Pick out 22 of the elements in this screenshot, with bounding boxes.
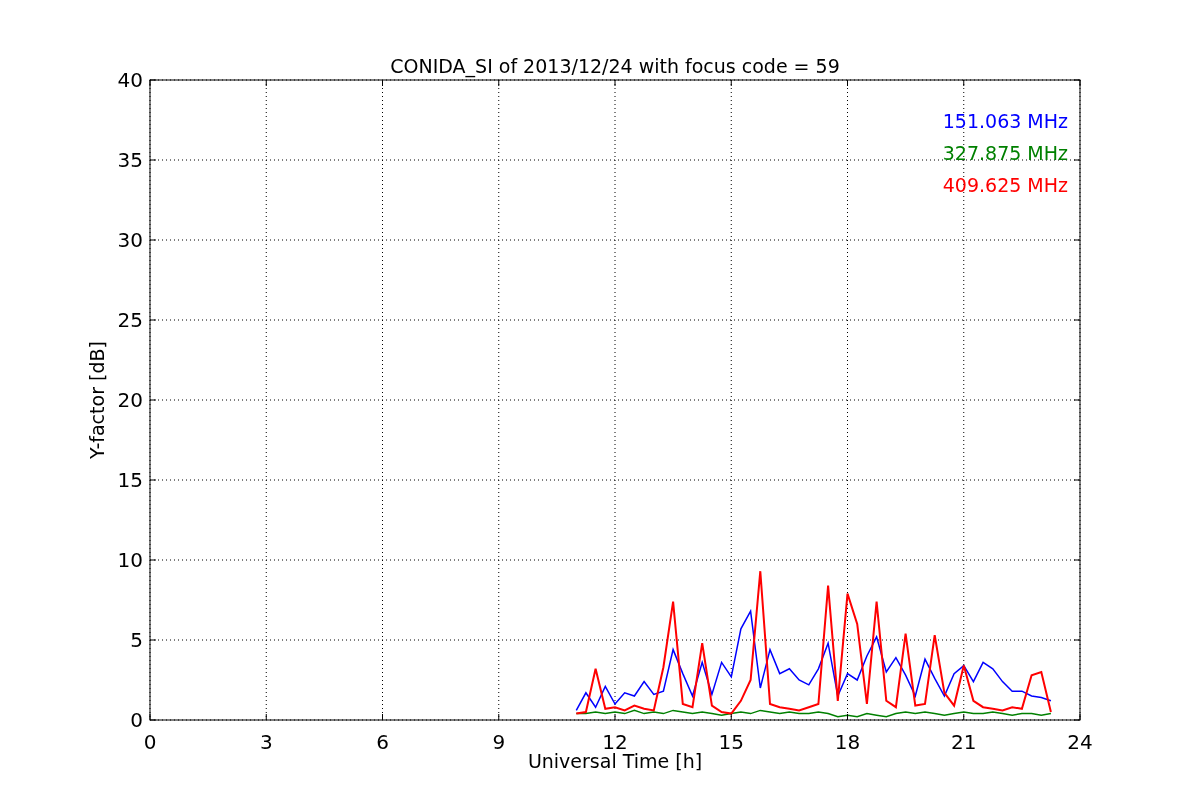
y-axis-label: Y-factor [dB] [86, 341, 108, 459]
tick-label: 15 [718, 730, 744, 754]
tick-label: 0 [143, 730, 157, 754]
tick-label: 30 [117, 228, 143, 252]
tick-label: 24 [1067, 730, 1093, 754]
legend-label: 409.625 MHz [942, 174, 1068, 196]
tick-label: 18 [834, 730, 861, 754]
tick-label: 6 [376, 730, 389, 754]
tick-label: 21 [951, 730, 977, 754]
tick-label: 15 [117, 468, 143, 492]
tick-label: 0 [130, 708, 143, 732]
tick-label: 3 [259, 730, 273, 754]
tick-label: 9 [492, 730, 506, 754]
tick-label: 10 [117, 548, 143, 572]
tick-label: 35 [117, 148, 143, 172]
legend-label: 151.063 MHz [942, 110, 1068, 132]
legend-label: 327.875 MHz [942, 142, 1068, 164]
chart-title: CONIDA_SI of 2013/12/24 with focus code = 59 [390, 55, 840, 77]
tick-label: 5 [130, 628, 143, 652]
tick-label: 25 [117, 308, 143, 332]
tick-label: 40 [117, 68, 143, 92]
tick-label: 20 [117, 388, 143, 412]
